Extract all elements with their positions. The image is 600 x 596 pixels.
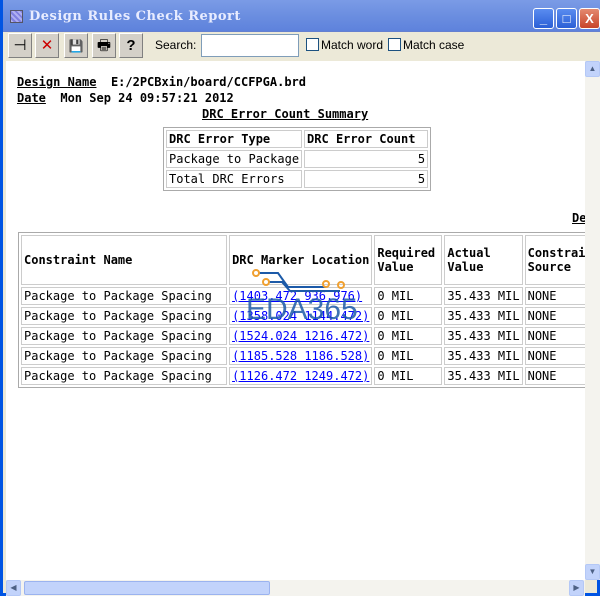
summary-header: DRC Error Count	[304, 130, 429, 148]
search-input[interactable]	[201, 34, 299, 57]
summary-title: DRC Error Count Summary	[202, 107, 369, 121]
column-header: Constraint Source	[524, 235, 585, 285]
scroll-left-button[interactable]: ◀	[6, 580, 21, 596]
table-row: Package to Package Spacing (1524.024 1216…	[21, 327, 585, 345]
date-value: Mon Sep 24 09:57:21 2012	[60, 91, 234, 105]
close-button[interactable]: X	[579, 8, 600, 29]
horizontal-scroll-thumb[interactable]	[24, 581, 270, 595]
column-header: Constraint Name	[21, 235, 228, 285]
cell: 0 MIL	[374, 307, 443, 325]
cell: NONE	[524, 287, 585, 305]
details-table: Constraint Name DRC Marker Location Requ…	[18, 232, 585, 388]
printer-icon: 🖶	[96, 37, 112, 54]
cell: (1126.472 1249.472)	[229, 367, 373, 385]
cell: 0 MIL	[374, 347, 443, 365]
cell: NONE	[524, 347, 585, 365]
toolbar: ⊣ ✕ 💾 🖶 ? Search: Match word Match case	[6, 32, 600, 61]
cell: 5	[304, 150, 429, 168]
cell: 35.433 MIL	[444, 287, 523, 305]
pin-button[interactable]: ⊣	[8, 33, 32, 58]
table-row: Package to Package Spacing (1358.024 1144…	[21, 307, 585, 325]
match-case-checkbox[interactable]	[388, 38, 401, 51]
cell: Package to Package Spacing	[21, 327, 228, 345]
summary-header: DRC Error Type	[166, 130, 303, 148]
search-label: Search:	[155, 38, 197, 52]
cell: (1185.528 1186.528)	[229, 347, 373, 365]
date-label: Date	[17, 91, 46, 105]
marker-location-link[interactable]: (1403.472 936.976)	[232, 289, 362, 303]
report-window: Design Rules Check Report _ □ X ⊣ ✕ 💾 🖶 …	[0, 0, 600, 596]
design-name-label: Design Name	[17, 75, 97, 89]
details-title: De	[572, 211, 585, 225]
cell: Package to Package	[166, 150, 303, 168]
summary-row: Package to Package 5	[166, 150, 429, 168]
cell: NONE	[524, 327, 585, 345]
title-bar[interactable]: Design Rules Check Report _ □ X	[3, 0, 600, 32]
cell: Package to Package Spacing	[21, 287, 228, 305]
column-header: Required Value	[374, 235, 443, 285]
maximize-button[interactable]: □	[556, 8, 577, 29]
x-icon: ✕	[40, 37, 54, 54]
scroll-down-button[interactable]: ▼	[585, 564, 600, 580]
marker-location-link[interactable]: (1524.024 1216.472)	[232, 329, 369, 343]
marker-location-link[interactable]: (1185.528 1186.528)	[232, 349, 369, 363]
cell: NONE	[524, 307, 585, 325]
cell: 35.433 MIL	[444, 327, 523, 345]
match-word-checkbox[interactable]	[306, 38, 319, 51]
floppy-icon: 💾	[68, 39, 84, 53]
window-title: Design Rules Check Report	[29, 9, 241, 24]
summary-row: Total DRC Errors 5	[166, 170, 429, 188]
scroll-right-button[interactable]: ▶	[569, 580, 584, 596]
cell: 35.433 MIL	[444, 367, 523, 385]
cell: 0 MIL	[374, 287, 443, 305]
cell: (1524.024 1216.472)	[229, 327, 373, 345]
pin-icon: ⊣	[13, 37, 27, 54]
summary-table: DRC Error Type DRC Error Count Package to…	[163, 127, 432, 191]
marker-location-link[interactable]: (1126.472 1249.472)	[232, 369, 369, 383]
scroll-up-button[interactable]: ▲	[585, 61, 600, 77]
design-name-value: E:/2PCBxin/board/CCFPGA.brd	[110, 75, 307, 89]
help-icon: ?	[126, 37, 136, 54]
cell: NONE	[524, 367, 585, 385]
cell: 0 MIL	[374, 327, 443, 345]
app-icon	[10, 10, 23, 23]
match-case-label: Match case	[403, 38, 465, 52]
vertical-scrollbar[interactable]: ▲ ▼	[585, 61, 600, 580]
table-row: Package to Package Spacing (1185.528 1186…	[21, 347, 585, 365]
cell: (1403.472 936.976)	[229, 287, 373, 305]
help-button[interactable]: ?	[119, 33, 143, 58]
table-row: Package to Package Spacing (1126.472 1249…	[21, 367, 585, 385]
report-content: Design Name E:/2PCBxin/board/CCFPGA.brd …	[6, 61, 585, 580]
cell: 0 MIL	[374, 367, 443, 385]
cell: Package to Package Spacing	[21, 307, 228, 325]
cell: 35.433 MIL	[444, 307, 523, 325]
column-header: Actual Value	[444, 235, 523, 285]
cell: Package to Package Spacing	[21, 347, 228, 365]
delete-button[interactable]: ✕	[35, 33, 59, 58]
save-button[interactable]: 💾	[64, 33, 88, 58]
table-row: Package to Package Spacing (1403.472 936.…	[21, 287, 585, 305]
cell: 35.433 MIL	[444, 347, 523, 365]
cell: 5	[304, 170, 429, 188]
match-word-label: Match word	[321, 38, 384, 52]
minimize-button[interactable]: _	[533, 8, 554, 29]
column-header: DRC Marker Location	[229, 235, 373, 285]
cell: Package to Package Spacing	[21, 367, 228, 385]
horizontal-scrollbar[interactable]: ◀ ▶	[6, 580, 585, 596]
marker-location-link[interactable]: (1358.024 1144.472)	[232, 309, 369, 323]
cell: (1358.024 1144.472)	[229, 307, 373, 325]
cell: Total DRC Errors	[166, 170, 303, 188]
print-button[interactable]: 🖶	[92, 33, 116, 58]
